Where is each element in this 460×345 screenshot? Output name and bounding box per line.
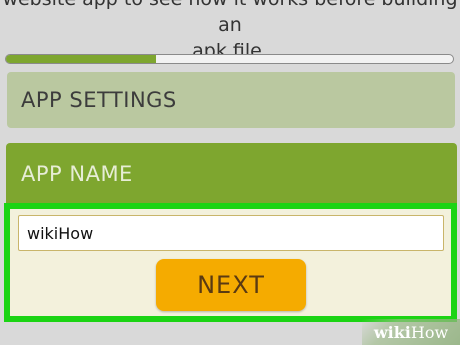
app-settings-section-header[interactable]: APP SETTINGS bbox=[7, 72, 455, 128]
wikihow-watermark: wiki How bbox=[362, 319, 460, 345]
next-button[interactable]: NEXT bbox=[156, 259, 306, 311]
progress-bar bbox=[5, 54, 454, 64]
app-settings-label: APP SETTINGS bbox=[21, 88, 177, 112]
app-name-input[interactable] bbox=[18, 215, 444, 251]
progress-bar-fill bbox=[6, 55, 156, 63]
watermark-how-text: How bbox=[410, 322, 449, 342]
watermark-wiki-text: wiki bbox=[373, 322, 411, 342]
app-name-label: APP NAME bbox=[21, 162, 133, 186]
app-name-section-header[interactable]: APP NAME bbox=[6, 143, 457, 205]
intro-line-1: website app to see how it works before b… bbox=[2, 0, 457, 36]
app-name-panel: NEXT bbox=[4, 203, 457, 322]
